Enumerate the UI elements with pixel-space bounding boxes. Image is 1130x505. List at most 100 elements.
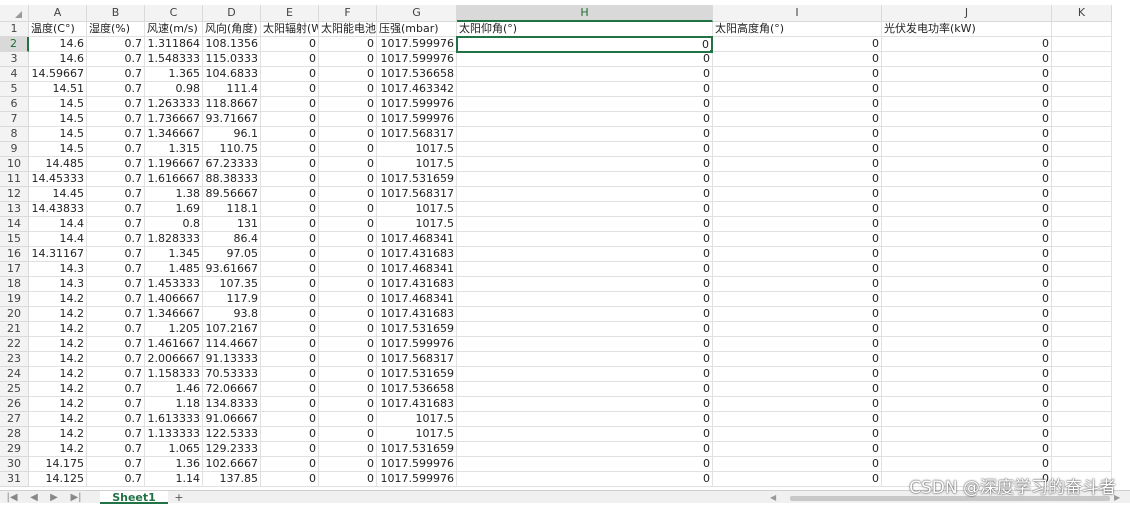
cell-b21[interactable]: 0.7 — [87, 322, 145, 337]
cell-e23[interactable]: 0 — [261, 352, 319, 367]
cell-a3[interactable]: 14.6 — [29, 52, 87, 67]
cell-a23[interactable]: 14.2 — [29, 352, 87, 367]
cell-a4[interactable]: 14.59667 — [29, 67, 87, 82]
row-header-26[interactable]: 26 — [0, 397, 29, 412]
cell-c9[interactable]: 1.315 — [145, 142, 203, 157]
cell-j27[interactable]: 0 — [882, 412, 1052, 427]
cell-b12[interactable]: 0.7 — [87, 187, 145, 202]
cell-i28[interactable]: 0 — [713, 427, 882, 442]
row-header-4[interactable]: 4 — [0, 67, 29, 82]
cell-b4[interactable]: 0.7 — [87, 67, 145, 82]
cell-a13[interactable]: 14.43833 — [29, 202, 87, 217]
cell-j6[interactable]: 0 — [882, 97, 1052, 112]
cell-j20[interactable]: 0 — [882, 307, 1052, 322]
cell-i31[interactable]: 0 — [713, 472, 882, 487]
cell-c31[interactable]: 1.14 — [145, 472, 203, 487]
cell-e10[interactable]: 0 — [261, 157, 319, 172]
cell-d2[interactable]: 108.1356 — [203, 37, 261, 52]
cell-j2[interactable]: 0 — [882, 37, 1052, 52]
cell-a1[interactable]: 温度(C°) — [29, 22, 87, 37]
cell-g12[interactable]: 1017.568317 — [377, 187, 457, 202]
row-header-19[interactable]: 19 — [0, 292, 29, 307]
cell-k8[interactable] — [1052, 127, 1112, 142]
cell-g5[interactable]: 1017.463342 — [377, 82, 457, 97]
cell-e7[interactable]: 0 — [261, 112, 319, 127]
row-header-21[interactable]: 21 — [0, 322, 29, 337]
cell-i19[interactable]: 0 — [713, 292, 882, 307]
cell-e15[interactable]: 0 — [261, 232, 319, 247]
cell-c25[interactable]: 1.46 — [145, 382, 203, 397]
cell-j1[interactable]: 光伏发电功率(kW) — [882, 22, 1052, 37]
cell-j26[interactable]: 0 — [882, 397, 1052, 412]
cell-g15[interactable]: 1017.468341 — [377, 232, 457, 247]
cell-j25[interactable]: 0 — [882, 382, 1052, 397]
column-header-a[interactable]: A — [29, 5, 87, 22]
cell-d1[interactable]: 风向(角度) — [203, 22, 261, 37]
cell-e17[interactable]: 0 — [261, 262, 319, 277]
cell-j22[interactable]: 0 — [882, 337, 1052, 352]
row-header-25[interactable]: 25 — [0, 382, 29, 397]
column-header-h[interactable]: H — [457, 5, 713, 22]
cell-i13[interactable]: 0 — [713, 202, 882, 217]
cell-c15[interactable]: 1.828333 — [145, 232, 203, 247]
cell-k13[interactable] — [1052, 202, 1112, 217]
cell-i30[interactable]: 0 — [713, 457, 882, 472]
cell-e5[interactable]: 0 — [261, 82, 319, 97]
cell-i12[interactable]: 0 — [713, 187, 882, 202]
cell-h25[interactable]: 0 — [457, 382, 713, 397]
cell-e16[interactable]: 0 — [261, 247, 319, 262]
cell-g27[interactable]: 1017.5 — [377, 412, 457, 427]
cell-g11[interactable]: 1017.531659 — [377, 172, 457, 187]
cell-b9[interactable]: 0.7 — [87, 142, 145, 157]
cell-e28[interactable]: 0 — [261, 427, 319, 442]
cell-h28[interactable]: 0 — [457, 427, 713, 442]
cell-j17[interactable]: 0 — [882, 262, 1052, 277]
cell-h19[interactable]: 0 — [457, 292, 713, 307]
cell-g28[interactable]: 1017.5 — [377, 427, 457, 442]
cell-j3[interactable]: 0 — [882, 52, 1052, 67]
cell-c14[interactable]: 0.8 — [145, 217, 203, 232]
cell-h18[interactable]: 0 — [457, 277, 713, 292]
cell-a29[interactable]: 14.2 — [29, 442, 87, 457]
cell-h10[interactable]: 0 — [457, 157, 713, 172]
cell-b29[interactable]: 0.7 — [87, 442, 145, 457]
cell-c4[interactable]: 1.365 — [145, 67, 203, 82]
row-header-2[interactable]: 2 — [0, 37, 29, 52]
cell-h26[interactable]: 0 — [457, 397, 713, 412]
cell-e2[interactable]: 0 — [261, 37, 319, 52]
cell-e24[interactable]: 0 — [261, 367, 319, 382]
cell-d4[interactable]: 104.6833 — [203, 67, 261, 82]
cell-e27[interactable]: 0 — [261, 412, 319, 427]
cell-i27[interactable]: 0 — [713, 412, 882, 427]
row-header-22[interactable]: 22 — [0, 337, 29, 352]
cell-i16[interactable]: 0 — [713, 247, 882, 262]
cell-a9[interactable]: 14.5 — [29, 142, 87, 157]
cell-k3[interactable] — [1052, 52, 1112, 67]
cell-f4[interactable]: 0 — [319, 67, 377, 82]
cell-h3[interactable]: 0 — [457, 52, 713, 67]
cell-i15[interactable]: 0 — [713, 232, 882, 247]
cell-a12[interactable]: 14.45 — [29, 187, 87, 202]
cell-a14[interactable]: 14.4 — [29, 217, 87, 232]
cell-k25[interactable] — [1052, 382, 1112, 397]
cell-k6[interactable] — [1052, 97, 1112, 112]
cell-k22[interactable] — [1052, 337, 1112, 352]
cell-i8[interactable]: 0 — [713, 127, 882, 142]
cell-e3[interactable]: 0 — [261, 52, 319, 67]
cell-e4[interactable]: 0 — [261, 67, 319, 82]
cell-f11[interactable]: 0 — [319, 172, 377, 187]
cell-k26[interactable] — [1052, 397, 1112, 412]
cell-b26[interactable]: 0.7 — [87, 397, 145, 412]
cell-d29[interactable]: 129.2333 — [203, 442, 261, 457]
cell-c23[interactable]: 2.006667 — [145, 352, 203, 367]
cell-d3[interactable]: 115.0333 — [203, 52, 261, 67]
cell-k5[interactable] — [1052, 82, 1112, 97]
column-header-i[interactable]: I — [713, 5, 882, 22]
cell-a17[interactable]: 14.3 — [29, 262, 87, 277]
cell-d22[interactable]: 114.4667 — [203, 337, 261, 352]
cell-e6[interactable]: 0 — [261, 97, 319, 112]
cell-c11[interactable]: 1.616667 — [145, 172, 203, 187]
cell-d26[interactable]: 134.8333 — [203, 397, 261, 412]
cell-b3[interactable]: 0.7 — [87, 52, 145, 67]
cell-f16[interactable]: 0 — [319, 247, 377, 262]
